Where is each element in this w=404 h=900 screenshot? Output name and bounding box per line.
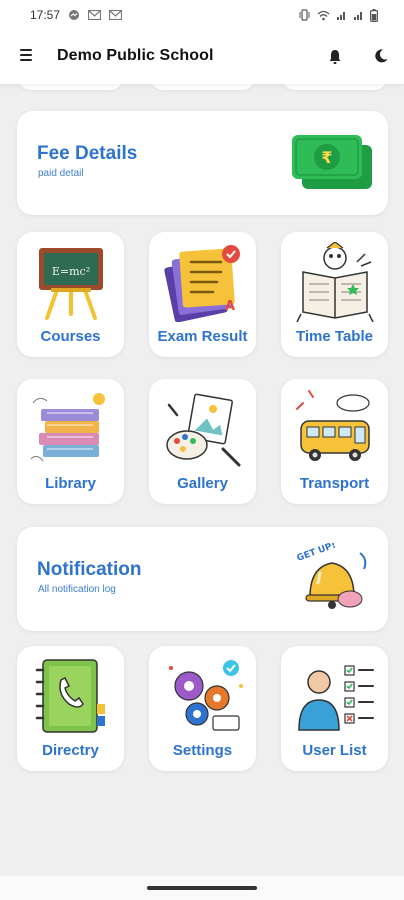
moon-icon[interactable] <box>373 48 389 64</box>
settings-tile[interactable]: Settings <box>149 646 256 771</box>
courses-tile[interactable]: E=mc² Courses <box>17 232 124 357</box>
notification-subtitle: All notification log <box>38 584 116 595</box>
svg-text:E=mc²: E=mc² <box>51 265 89 278</box>
gallery-tile[interactable]: Gallery <box>149 379 256 504</box>
svg-text:GET UP!: GET UP! <box>296 543 338 564</box>
status-bar: 17:57 <box>0 0 404 30</box>
fee-details-title: Fee Details <box>37 143 138 164</box>
chalkboard-icon: E=mc² <box>38 248 103 320</box>
status-right <box>298 8 378 22</box>
svg-text:A: A <box>225 299 235 314</box>
books-icon <box>30 393 105 462</box>
fee-details-subtitle: paid detail <box>38 168 84 179</box>
home-indicator[interactable] <box>147 886 257 890</box>
transport-tile[interactable]: Transport <box>281 379 388 504</box>
exam-result-tile[interactable]: A Exam Result <box>149 232 256 357</box>
svg-text:₹: ₹ <box>321 148 332 167</box>
vibrate-icon <box>299 9 310 21</box>
status-time: 17:57 <box>30 8 61 22</box>
menu-icon[interactable] <box>20 49 32 61</box>
settings-label: Settings <box>172 742 233 759</box>
system-nav-bar <box>0 876 404 900</box>
exam-result-icon: A <box>163 245 240 322</box>
bus-icon <box>295 390 370 461</box>
time-table-icon <box>295 242 374 322</box>
fee-details-card[interactable]: Fee Details paid detail ₹ <box>17 111 388 215</box>
transport-label: Transport <box>299 475 370 492</box>
gallery-icon <box>165 393 240 467</box>
wifi-icon <box>317 10 330 20</box>
notification-card[interactable]: Notification All notification log GET UP… <box>17 527 388 631</box>
peek-card <box>17 84 124 90</box>
library-label: Library <box>45 475 96 492</box>
user-list-label: User List <box>302 742 367 759</box>
peek-card <box>149 84 256 90</box>
user-list-icon <box>297 665 374 731</box>
gmail-icon <box>109 10 123 20</box>
time-table-label: Time Table <box>296 328 373 345</box>
bell-icon[interactable] <box>327 48 343 66</box>
user-list-tile[interactable]: User List <box>281 646 388 771</box>
exam-result-label: Exam Result <box>157 328 248 345</box>
app-title: Demo Public School <box>57 47 214 64</box>
library-tile[interactable]: Library <box>17 379 124 504</box>
time-table-tile[interactable]: Time Table <box>281 232 388 357</box>
status-left: 17:57 <box>30 8 123 22</box>
courses-label: Courses <box>40 328 101 345</box>
alarm-bell-icon: GET UP! <box>296 543 367 609</box>
phonebook-icon <box>35 659 105 733</box>
directory-tile[interactable]: Directry <box>17 646 124 771</box>
signal-icon <box>354 11 362 20</box>
battery-icon <box>370 8 378 22</box>
gmail-icon <box>88 10 102 20</box>
directory-label: Directry <box>42 742 99 759</box>
messenger-icon <box>69 10 80 20</box>
signal-icon <box>337 11 345 20</box>
dashboard-scroll[interactable]: Fee Details paid detail ₹ E=mc² Courses <box>0 84 404 876</box>
app-bar: Demo Public School <box>0 30 404 84</box>
peek-card <box>281 84 388 90</box>
notification-title: Notification <box>37 559 142 580</box>
money-icon: ₹ <box>292 135 372 189</box>
gears-icon <box>168 660 243 731</box>
gallery-label: Gallery <box>177 475 228 492</box>
